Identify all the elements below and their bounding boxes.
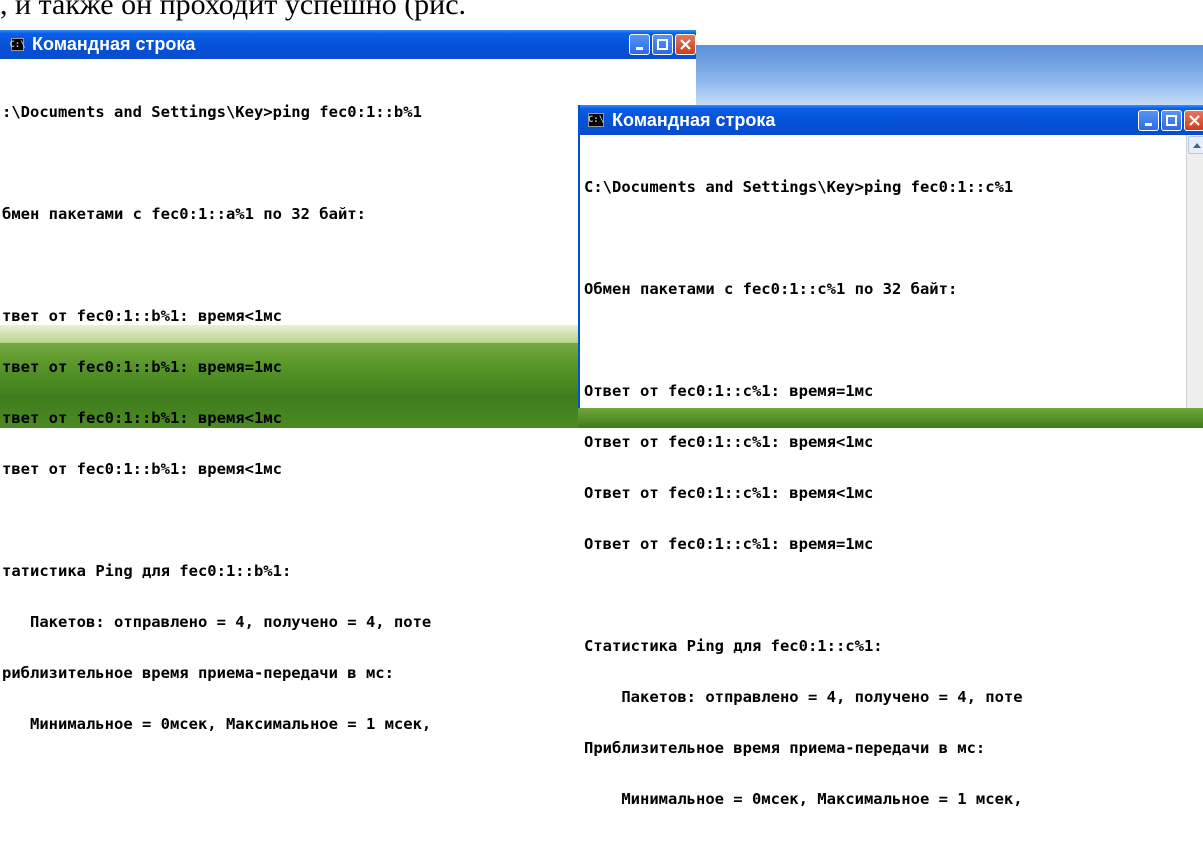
console-line: Ответ от fec0:1::c%1: время=1мс	[584, 382, 874, 400]
console-line: Ответ от fec0:1::c%1: время<1мс	[584, 433, 874, 451]
window-title: Командная строка	[32, 34, 196, 54]
maximize-icon	[657, 39, 668, 50]
close-button[interactable]	[675, 34, 696, 55]
maximize-button[interactable]	[1161, 110, 1182, 131]
close-icon	[680, 39, 691, 50]
console-line: Пакетов: отправлено = 4, получено = 4, п…	[2, 613, 432, 631]
console-line: Пакетов: отправлено = 4, получено = 4, п…	[584, 688, 1023, 706]
console-line: Ответ от fec0:1::c%1: время=1мс	[584, 535, 874, 553]
minimize-icon	[1144, 122, 1152, 126]
arrow-up-icon	[1192, 143, 1201, 148]
console-line: C:\Documents and Settings\Key>ping fec0:…	[584, 178, 1014, 196]
maximize-icon	[1166, 115, 1177, 126]
console-line: Статистика Ping для fec0:1::c%1:	[584, 637, 883, 655]
minimize-button[interactable]	[629, 34, 650, 55]
console-line: Приблизительное время приема-передачи в …	[584, 739, 986, 757]
document-text-fragment: , и также он проходит успешно (рис.	[0, 0, 467, 21]
close-button[interactable]	[1184, 110, 1203, 131]
window-titlebar[interactable]: C:\ Командная строка	[0, 30, 696, 59]
console-line: Обмен пакетами с fec0:1::c%1 по 32 байт:	[584, 280, 958, 298]
maximize-button[interactable]	[652, 34, 673, 55]
console-line: риблизительное время приема-передачи в м…	[2, 664, 394, 682]
minimize-button[interactable]	[1138, 110, 1159, 131]
command-prompt-window-right[interactable]: C:\ Командная строка C:\Documents and Se…	[578, 105, 1203, 808]
vertical-scrollbar[interactable]	[1186, 135, 1203, 408]
console-icon: C:\	[587, 113, 605, 127]
console-line: татистика Ping для fec0:1::b%1:	[2, 562, 292, 580]
console-output[interactable]: C:\Documents and Settings\Key>ping fec0:…	[584, 145, 1185, 808]
window-titlebar[interactable]: C:\ Командная строка	[580, 105, 1203, 135]
scroll-up-button[interactable]	[1188, 136, 1203, 154]
minimize-icon	[635, 46, 643, 50]
close-icon	[1189, 115, 1200, 126]
console-line: Минимальное = 0мсек, Максимальное = 1 мс…	[584, 790, 1023, 808]
console-line: Ответ от fec0:1::c%1: время<1мс	[584, 484, 874, 502]
console-line: Минимальное = 0мсек, Максимальное = 1 мс…	[2, 715, 432, 733]
window-title: Командная строка	[612, 109, 776, 130]
console-icon: C:\	[9, 38, 26, 51]
console-line: твет от fec0:1::b%1: время<1мс	[2, 460, 282, 478]
